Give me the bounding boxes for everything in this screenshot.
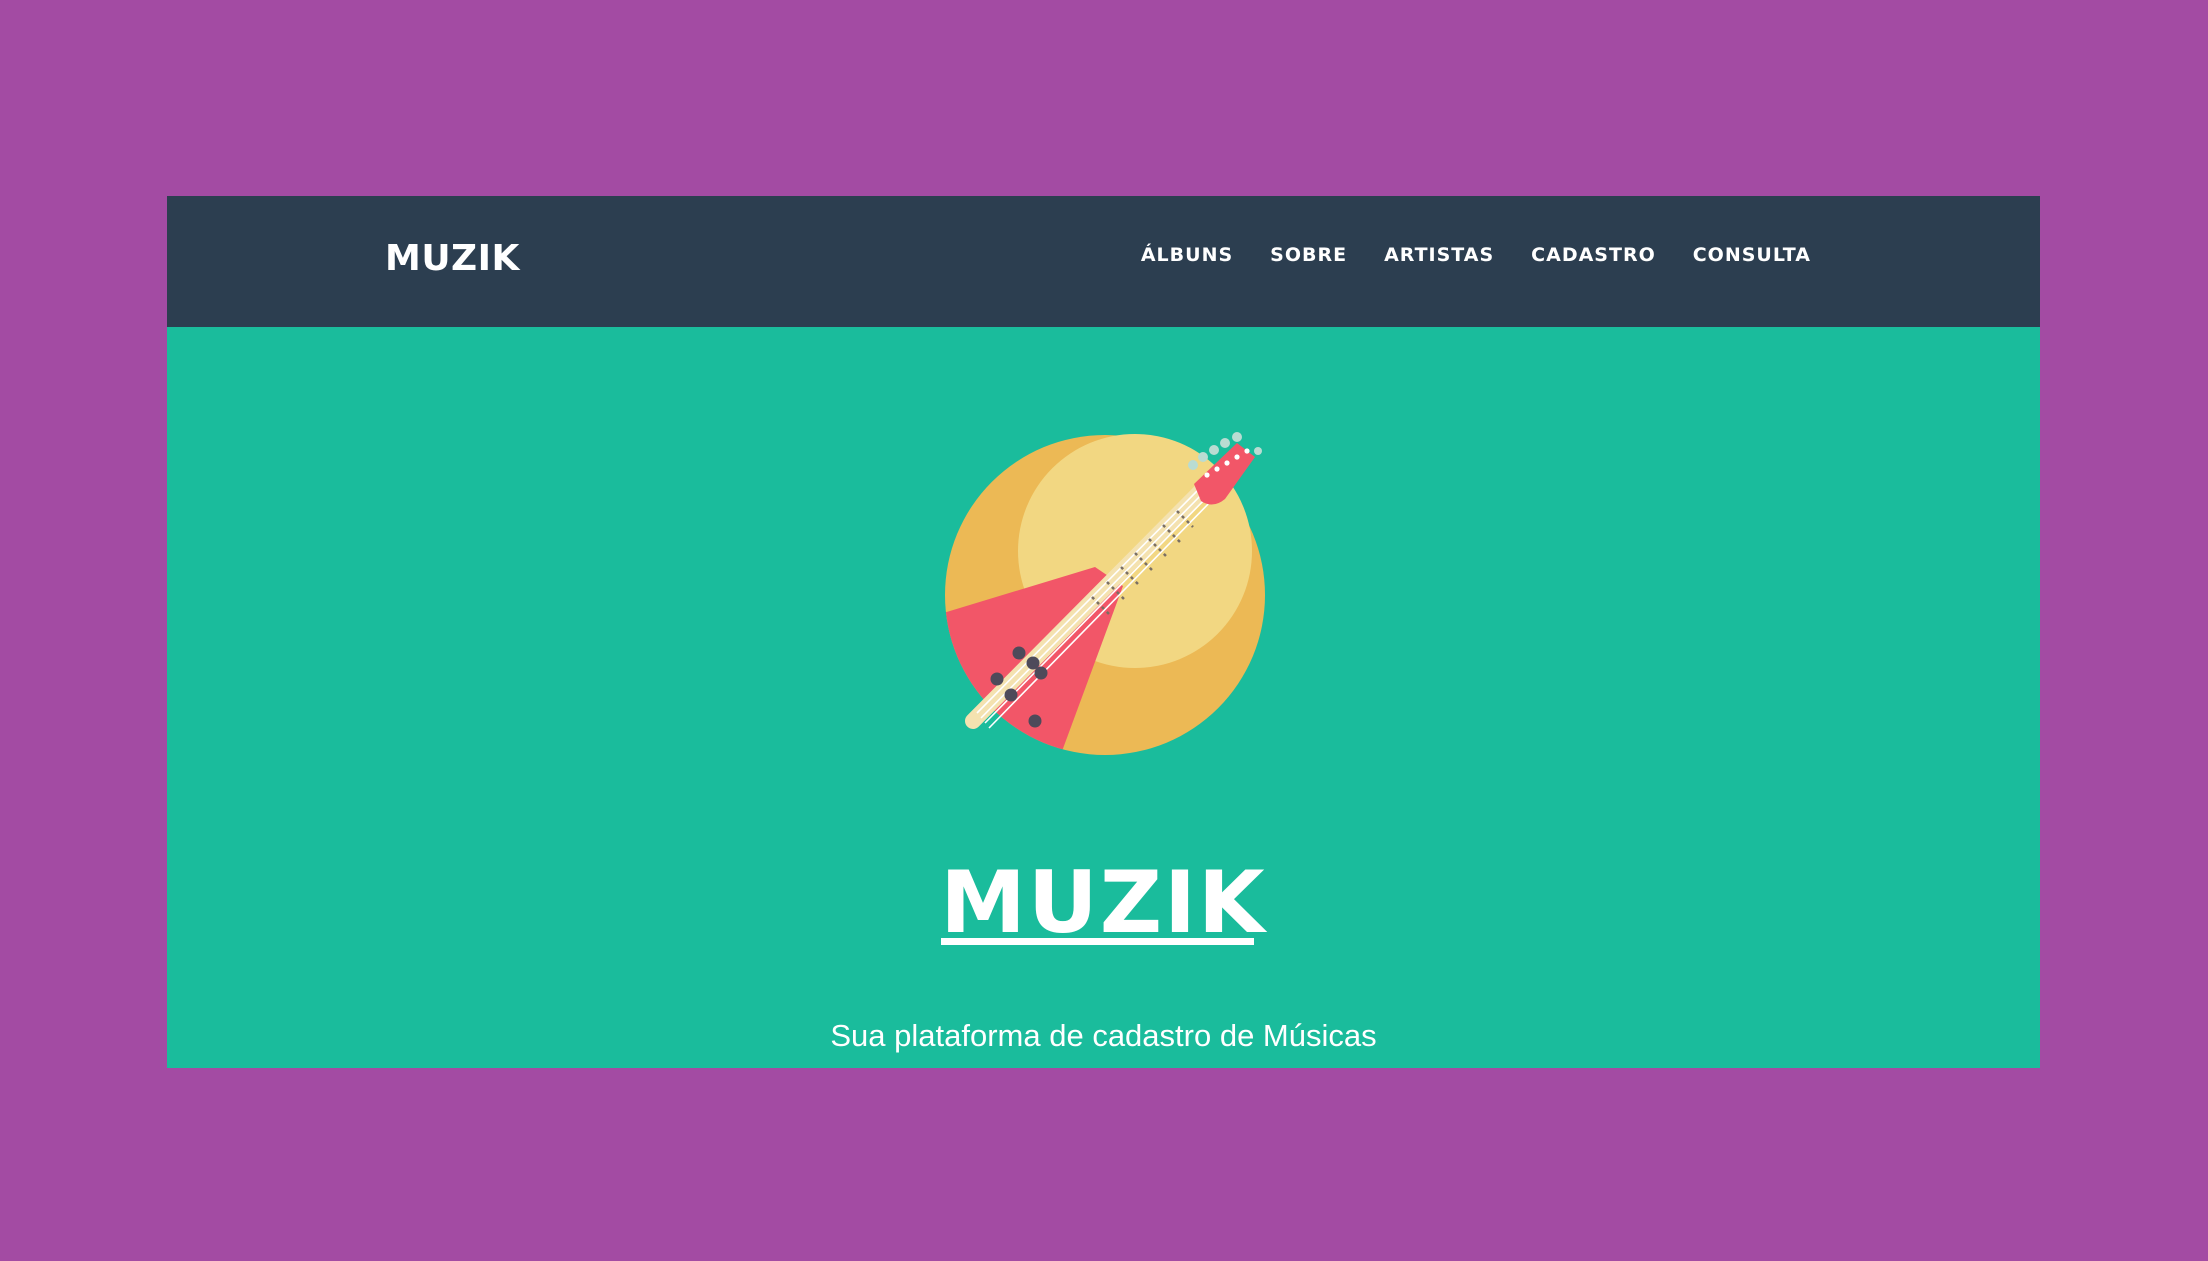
navbar: MUZIK ÁLBUNS SOBRE ARTISTAS CADASTRO CON…	[167, 196, 2040, 327]
brand-logo-link[interactable]: MUZIK	[385, 238, 520, 279]
hero-subtitle: Sua plataforma de cadastro de Músicas	[830, 1018, 1377, 1053]
nav-menu: ÁLBUNS SOBRE ARTISTAS CADASTRO CONSULTA	[1141, 244, 1811, 266]
hero-section: MUZIK Sua plataforma de cadastro de Músi…	[167, 327, 2040, 1068]
nav-link-albuns[interactable]: ÁLBUNS	[1141, 244, 1233, 266]
nav-link-sobre[interactable]: SOBRE	[1270, 244, 1347, 266]
page-frame: MUZIK ÁLBUNS SOBRE ARTISTAS CADASTRO CON…	[167, 196, 2040, 1068]
hero-divider	[941, 938, 1254, 945]
nav-link-cadastro[interactable]: CADASTRO	[1531, 244, 1656, 266]
nav-link-artistas[interactable]: ARTISTAS	[1384, 244, 1494, 266]
nav-link-consulta[interactable]: CONSULTA	[1693, 244, 1811, 266]
guitar-icon	[945, 432, 1265, 755]
